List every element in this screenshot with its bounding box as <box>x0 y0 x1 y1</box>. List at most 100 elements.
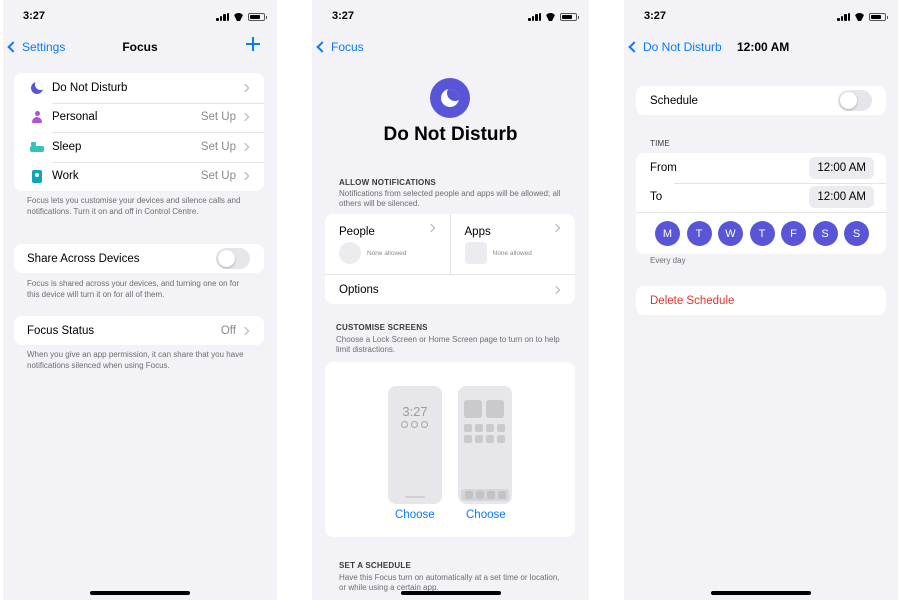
options-row[interactable]: Options <box>325 274 575 304</box>
share-toggle[interactable] <box>216 248 250 269</box>
delete-card: Delete Schedule <box>636 286 886 315</box>
page-title: Focus <box>122 40 158 54</box>
delete-schedule-label: Delete Schedule <box>650 294 735 307</box>
modes-footer: Focus lets you customise your devices an… <box>27 196 241 216</box>
day-thursday-toggle[interactable]: T <box>749 221 775 246</box>
bed-icon <box>30 141 44 152</box>
moon-icon <box>31 81 43 94</box>
share-footer: Focus is shared across your devices, and… <box>27 279 240 299</box>
focus-mode-value: Set Up <box>200 170 236 183</box>
customise-screens-header: CUSTOMISE SCREENS <box>336 323 428 332</box>
set-schedule-header: SET A SCHEDULE <box>339 561 411 570</box>
time-card: From 12:00 AM To 12:00 AM M T W T F S S <box>636 153 886 254</box>
day-tuesday-toggle[interactable]: T <box>686 221 712 246</box>
choose-lock-screen-button[interactable]: Choose <box>395 509 435 521</box>
nav-bar: Do Not Disturb 12:00 AM <box>624 38 898 58</box>
schedule-screen: 3:27 Do Not Disturb 12:00 AM Schedule TI… <box>624 0 898 600</box>
focus-status-card: Focus Status Off <box>14 316 264 345</box>
chevron-right-icon <box>240 113 250 122</box>
schedule-row: Schedule <box>636 86 886 115</box>
from-time-picker[interactable]: 12:00 AM <box>809 156 874 179</box>
chevron-right-icon <box>240 172 250 181</box>
work-badge-icon <box>32 169 42 183</box>
focus-mode-work[interactable]: Work Set Up <box>14 161 264 192</box>
focus-status-row[interactable]: Focus Status Off <box>14 316 264 345</box>
person-icon <box>32 111 42 124</box>
focus-mode-do-not-disturb[interactable]: Do Not Disturb <box>14 73 264 103</box>
focus-mode-label: Personal <box>52 111 98 124</box>
from-row: From 12:00 AM <box>636 153 886 183</box>
customise-screens-card: 3:27 Choose Choose <box>325 362 575 537</box>
focus-mode-label: Do Not Disturb <box>52 81 128 94</box>
status-time: 3:27 <box>644 10 667 22</box>
customise-screens-description: Choose a Lock Screen or Home Screen page… <box>336 335 560 355</box>
battery-icon <box>248 13 267 21</box>
apps-value: None allowed <box>492 249 532 257</box>
back-label: Do Not Disturb <box>643 40 722 54</box>
day-friday-toggle[interactable]: F <box>781 221 806 246</box>
day-wednesday-toggle[interactable]: W <box>718 221 743 246</box>
focus-mode-label: Work <box>52 170 79 183</box>
day-monday-toggle[interactable]: M <box>655 221 680 246</box>
back-button[interactable]: Do Not Disturb <box>628 40 722 54</box>
apps-cell[interactable]: Apps None allowed <box>449 214 576 274</box>
status-bar: 3:27 <box>312 8 589 26</box>
chevron-right-icon <box>426 223 435 233</box>
battery-icon <box>869 13 888 21</box>
choose-home-screen-button[interactable]: Choose <box>466 509 506 521</box>
chevron-right-icon <box>551 223 561 233</box>
person-placeholder-icon <box>339 242 361 264</box>
home-indicator[interactable] <box>400 591 501 595</box>
people-value: None allowed <box>367 249 407 257</box>
schedule-card: Schedule <box>636 86 886 115</box>
allow-notifications-card: People None allowed Apps None allowed Op… <box>325 214 575 304</box>
chevron-right-icon <box>240 326 250 335</box>
chevron-right-icon <box>551 285 561 294</box>
chevron-right-icon <box>240 142 250 151</box>
lock-screen-time: 3:27 <box>402 404 428 419</box>
back-label: Focus <box>331 40 364 54</box>
focus-mode-sleep[interactable]: Sleep Set Up <box>14 132 264 162</box>
focus-modes-list: Do Not Disturb Personal Set Up Sleep Set… <box>14 73 264 191</box>
system-icons <box>528 13 579 21</box>
focus-title: Do Not Disturb <box>383 124 518 145</box>
apps-label: Apps <box>464 226 491 238</box>
share-across-devices-row: Share Across Devices <box>14 244 264 273</box>
back-button[interactable]: Focus <box>316 40 364 54</box>
lock-screen-preview[interactable]: 3:27 <box>388 386 442 504</box>
nav-bar: Focus <box>312 38 589 58</box>
people-cell[interactable]: People None allowed <box>325 214 450 274</box>
home-indicator[interactable] <box>711 591 811 595</box>
focus-mode-value: Set Up <box>200 140 236 153</box>
people-label: People <box>339 226 375 238</box>
options-label: Options <box>339 283 379 296</box>
focus-mode-personal[interactable]: Personal Set Up <box>14 102 264 133</box>
focus-status-footer: When you give an app permission, it can … <box>27 350 244 370</box>
to-time-picker[interactable]: 12:00 AM <box>809 186 874 209</box>
focus-mode-label: Sleep <box>52 140 82 153</box>
status-time: 3:27 <box>332 10 355 22</box>
add-focus-button[interactable] <box>245 36 261 52</box>
schedule-label: Schedule <box>650 94 698 107</box>
day-saturday-toggle[interactable]: S <box>812 221 838 246</box>
focus-status-value: Off <box>220 324 236 337</box>
wifi-icon <box>545 13 556 21</box>
focus-settings-screen: 3:27 Settings Focus Do Not Disturb Perso… <box>3 0 277 600</box>
do-not-disturb-screen: 3:27 Focus Do Not Disturb ALLOW NOTIFICA… <box>312 0 589 600</box>
chevron-right-icon <box>240 83 250 92</box>
to-label: To <box>650 191 663 204</box>
schedule-toggle[interactable] <box>838 90 872 111</box>
share-card: Share Across Devices <box>14 244 264 273</box>
moon-icon <box>441 89 459 107</box>
days-footer: Every day <box>650 256 686 265</box>
widget-dots <box>401 421 428 428</box>
share-label: Share Across Devices <box>27 252 140 265</box>
wifi-icon <box>233 13 244 21</box>
home-indicator[interactable] <box>90 591 190 595</box>
cellular-signal-icon <box>837 13 850 21</box>
status-bar: 3:27 <box>3 8 277 26</box>
day-sunday-toggle[interactable]: S <box>844 221 869 246</box>
delete-schedule-button[interactable]: Delete Schedule <box>636 286 886 315</box>
status-time: 3:27 <box>23 10 46 22</box>
home-screen-preview[interactable] <box>458 386 512 504</box>
